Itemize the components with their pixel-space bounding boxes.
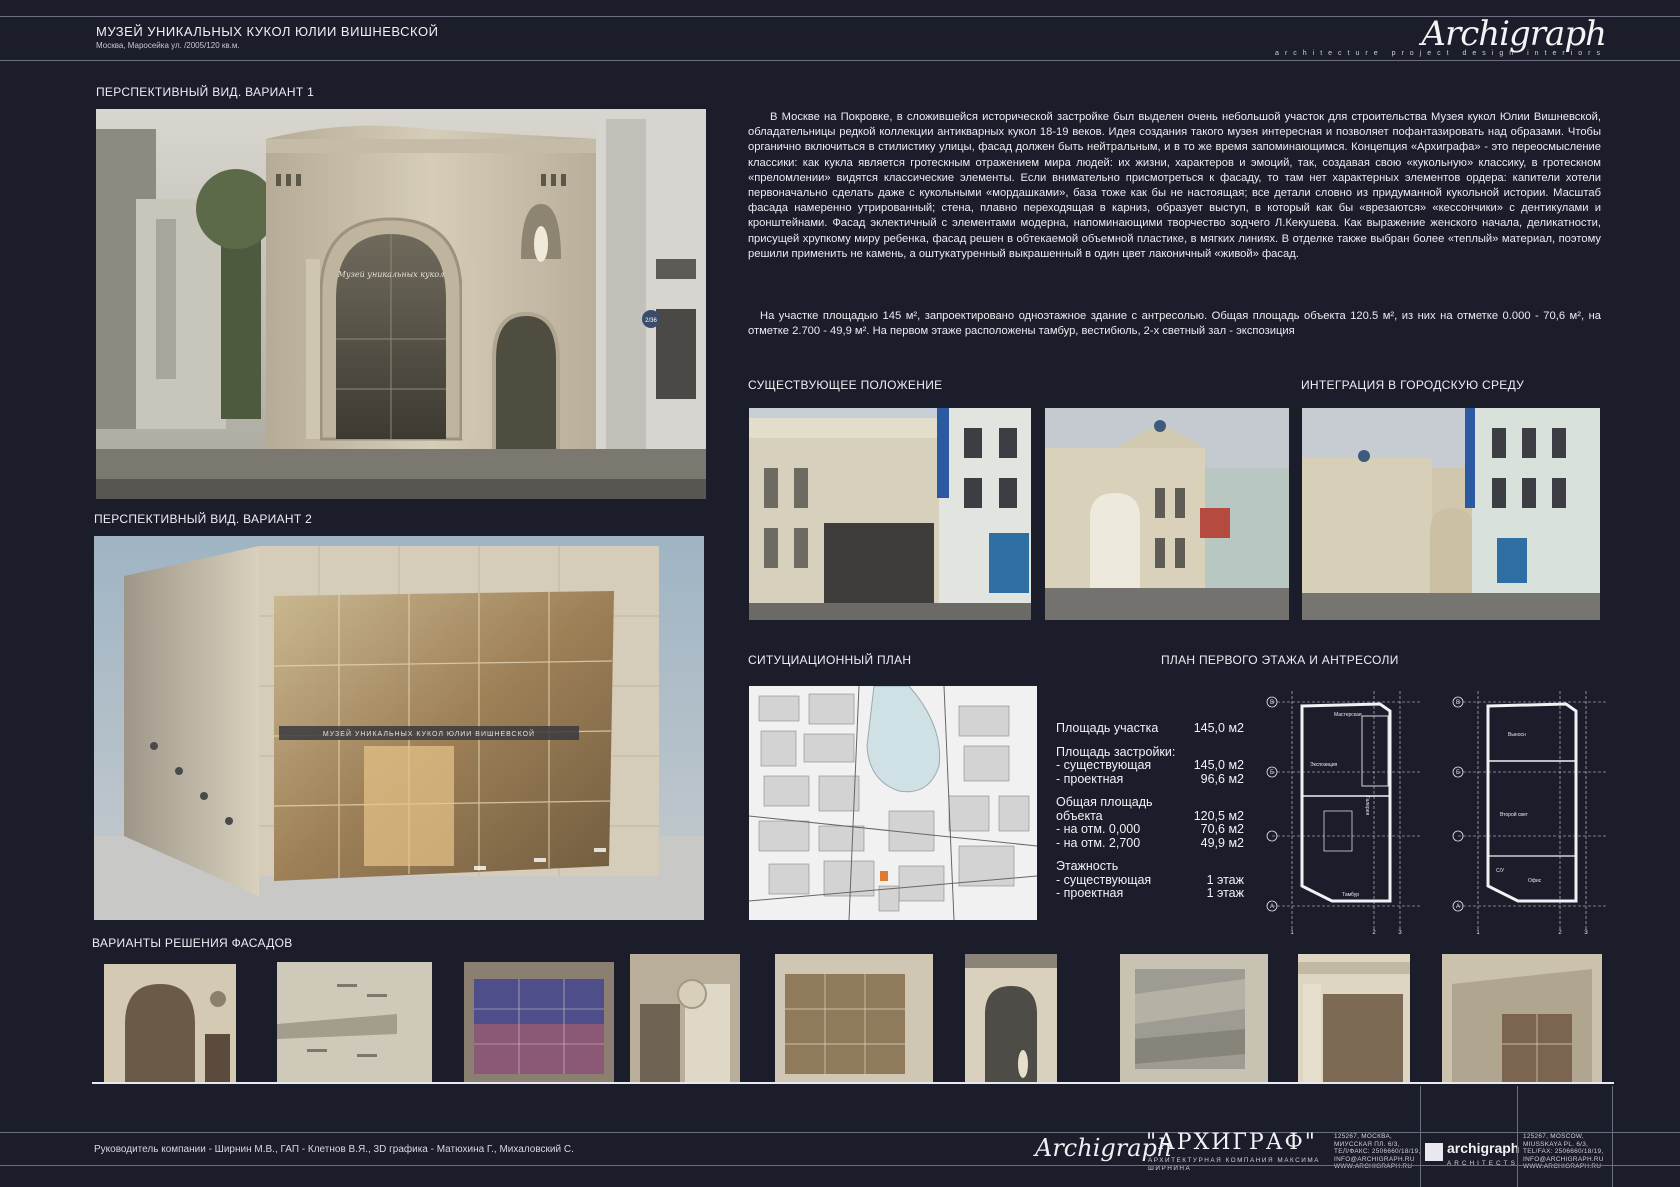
facade-variant-3: [464, 954, 614, 1082]
axis-2-left: 2: [1372, 930, 1376, 936]
section-title-site-plan: СИТУЦИАЦИОННЫЙ ПЛАН: [748, 653, 912, 667]
floors-existing-value: 1 этаж: [1206, 872, 1244, 887]
section-title-existing: СУЩЕСТВУЮЩЕЕ ПОЛОЖЕНИЕ: [748, 378, 943, 392]
floor-plan-mezzanine: Выносн Второй свет Офис С/У В Б А 1 2 3: [1448, 686, 1618, 936]
built-project-value: 96,6 м2: [1200, 771, 1244, 786]
mark-0-value: 70,6 м2: [1200, 822, 1244, 836]
facade-variant-8: [1298, 954, 1410, 1082]
mark-27-label: - на отм. 2,700: [1056, 835, 1141, 850]
section-title-perspective-1: ПЕРСПЕКТИВНЫЙ ВИД. ВАРИАНТ 1: [96, 85, 315, 99]
footer-bottom-rule: [0, 1165, 1680, 1166]
axis-1-right: 1: [1476, 930, 1480, 936]
axis-v-left: В: [1270, 700, 1274, 706]
section-title-integration: ИНТЕГРАЦИЯ В ГОРОДСКУЮ СРЕДУ: [1301, 378, 1525, 392]
section-title-facades: ВАРИАНТЫ РЕШЕНИЯ ФАСАДОВ: [92, 936, 293, 950]
description-paragraph-1: В Москве на Покровке, в сложившейся исто…: [748, 111, 1601, 260]
built-area-label: Площадь застройки:: [1056, 744, 1176, 759]
area-statistics: Площадь участка 145,0 м2 Площадь застройк…: [1056, 721, 1244, 901]
footer-top-rule: [0, 1132, 1680, 1133]
footer-divider-2: [1517, 1086, 1518, 1187]
axis-3-right: 3: [1584, 930, 1588, 936]
built-existing-value: 145,0 м2: [1193, 758, 1244, 772]
room-storage: Выносн: [1508, 732, 1526, 738]
facade-variant-2: [277, 954, 432, 1082]
museum-sign-variant-1: Музей уникальных кукол: [337, 270, 445, 279]
facade-variant-4: [630, 954, 740, 1082]
built-project-label: - проектная: [1056, 771, 1124, 786]
floors-project-value: 1 этаж: [1206, 886, 1244, 900]
facade-variant-9: [1442, 954, 1602, 1082]
existing-photo-1: [749, 408, 1031, 620]
footer-brand-en-sub: ARCHITECTS: [1447, 1160, 1518, 1167]
mark-27-value: 49,9 м2: [1200, 835, 1244, 850]
section-title-floor-plan: ПЛАН ПЕРВОГО ЭТАЖА И АНТРЕСОЛИ: [1161, 653, 1399, 667]
facade-variant-5: [775, 954, 933, 1082]
room-wc: С/У: [1496, 868, 1505, 874]
site-plan-map: [749, 686, 1037, 920]
floors-existing-label: - существующая: [1056, 872, 1152, 887]
room-exposition: Экспозиция: [1310, 762, 1338, 768]
footer-credits: Руководитель компании - Ширнин М.В., ГАП…: [94, 1144, 574, 1155]
axis-b-left: Б: [1270, 770, 1274, 776]
page-title: МУЗЕЙ УНИКАЛЬНЫХ КУКОЛ ЮЛИИ ВИШНЕВСКОЙ: [96, 24, 439, 39]
museum-sign-variant-2: МУЗЕЙ УНИКАЛЬНЫХ КУКОЛ ЮЛИИ ВИШНЕВСКОЙ: [323, 729, 535, 738]
integration-photo-2: [1302, 408, 1600, 620]
built-existing-label: - существующая: [1056, 758, 1152, 772]
plot-area-label: Площадь участка: [1056, 721, 1159, 735]
facade-variant-1: [100, 954, 240, 1082]
footer-divider-1: [1420, 1086, 1421, 1187]
axis-a-right: А: [1456, 904, 1460, 910]
street-number-plate: 2/36: [645, 318, 657, 324]
total-area-value: 120,5 м2: [1193, 808, 1244, 823]
axis-b-right: Б: [1456, 770, 1460, 776]
footer-divider-3: [1612, 1086, 1613, 1187]
room-vestibule: Тамбур: [1342, 892, 1359, 898]
facade-variant-7: [1120, 954, 1268, 1082]
room-workshop: Мастерская: [1334, 712, 1362, 718]
page-subtitle: Москва, Маросейка ул. /2005/120 кв.м.: [96, 41, 240, 50]
mark-0-label: - на отм. 0,000: [1056, 822, 1141, 836]
footer-brand-ru: "АРХИГРАФ": [1146, 1130, 1317, 1155]
axis-3-left: 3: [1398, 930, 1402, 936]
facade-variant-6: [965, 954, 1057, 1082]
axis-2-right: 2: [1558, 930, 1562, 936]
footer-brand-en: archigraph: [1447, 1140, 1520, 1156]
axis-a-left: А: [1270, 904, 1274, 910]
archigraph-mark-icon: [1425, 1143, 1443, 1161]
room-double-height: Второй свет: [1500, 811, 1529, 818]
archigraph-logo: Archigraph: [1421, 14, 1607, 54]
room-gallery: Галерея: [1364, 796, 1370, 815]
integration-photo-1: [1045, 408, 1289, 620]
perspective-2-image: МУЗЕЙ УНИКАЛЬНЫХ КУКОЛ ЮЛИИ ВИШНЕВСКОЙ: [94, 536, 704, 920]
room-office: Офис: [1528, 878, 1542, 884]
axis-1-left: 1: [1290, 930, 1294, 936]
facades-baseline: [92, 1082, 1614, 1084]
floor-plan-ground: Мастерская Экспозиция Галерея Тамбур В Б…: [1262, 686, 1432, 936]
plot-area-value: 145,0 м2: [1193, 721, 1244, 735]
section-title-perspective-2: ПЕРСПЕКТИВНЫЙ ВИД. ВАРИАНТ 2: [94, 512, 313, 526]
floors-label: Этажность: [1056, 859, 1119, 873]
logo-tagline: architecture project design interiors: [1275, 50, 1606, 57]
axis-v-right: В: [1456, 700, 1460, 706]
header-rule: [0, 60, 1680, 61]
total-area-label-2: объекта: [1056, 808, 1103, 823]
total-area-label: Общая площадь: [1056, 795, 1153, 809]
description-paragraph-2: На участке площадью 145 м², запроектиров…: [748, 310, 1601, 338]
perspective-1-image: 2/36 Музей уникальных кукол: [96, 109, 706, 499]
floors-project-label: - проектная: [1056, 886, 1124, 900]
